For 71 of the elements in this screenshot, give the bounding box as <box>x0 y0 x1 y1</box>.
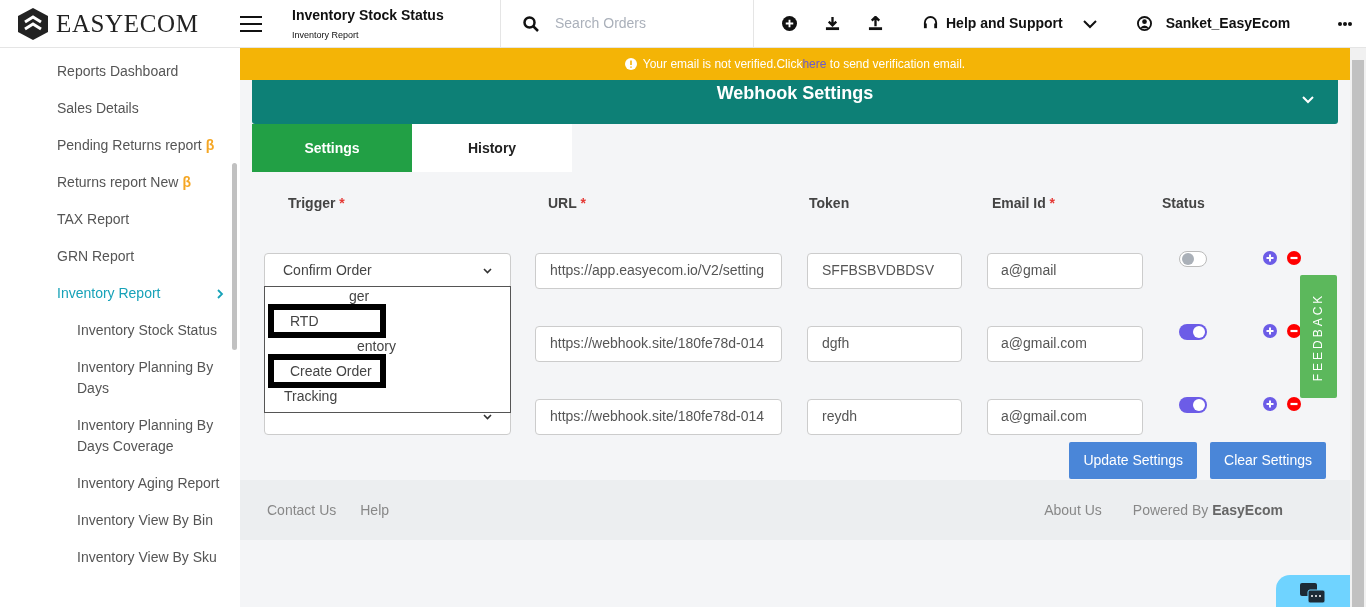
help-menu[interactable]: Help and Support <box>923 13 1097 34</box>
banner-text: Your email is not verified.Clickhere to send verification email. <box>642 56 966 73</box>
url-field[interactable]: https://app.easyecom.io/V2/setting <box>535 252 782 289</box>
add-icon[interactable] <box>782 16 797 31</box>
sidebar-item[interactable]: Reports Dashboard <box>0 53 240 90</box>
chevron-down-icon <box>483 267 492 274</box>
user-menu[interactable]: Sanket_EasyEcom <box>1136 13 1291 34</box>
token-field[interactable]: dgfh <box>807 325 962 362</box>
sidebar-item[interactable]: Inventory Stock Status <box>0 312 240 349</box>
sidebar-item[interactable]: Inventory Aging Report <box>0 465 240 502</box>
chevron-down-icon <box>483 413 492 420</box>
email-field[interactable]: a@gmail.com <box>987 325 1143 362</box>
tab[interactable]: History <box>412 124 572 172</box>
sidebar-scrollbar[interactable] <box>232 163 237 350</box>
token-field[interactable]: reydh <box>807 398 962 435</box>
dropdown-option[interactable]: ger <box>265 287 510 305</box>
menu-icon[interactable] <box>240 15 262 32</box>
settings-button[interactable]: Update Settings <box>1069 442 1198 479</box>
add-row-icon[interactable] <box>1263 251 1277 265</box>
dropdown-option[interactable]: Tracking <box>265 387 510 405</box>
remove-row-icon[interactable] <box>1287 324 1301 338</box>
status-toggle[interactable] <box>1179 251 1207 267</box>
url-field[interactable]: https://webhook.site/180fe78d-014 <box>535 398 782 435</box>
search-field[interactable]: Search Orders <box>555 13 725 34</box>
page-title: Inventory Stock Status <box>292 5 445 25</box>
url-field[interactable]: https://webhook.site/180fe78d-014 <box>535 325 782 362</box>
remove-row-icon[interactable] <box>1287 397 1301 411</box>
status-toggle[interactable] <box>1179 397 1207 413</box>
column-header: Email Id * <box>992 194 1056 211</box>
trigger-select[interactable]: Confirm Order <box>264 252 511 289</box>
more-icon[interactable] <box>1338 21 1353 26</box>
panel-header[interactable]: Webhook Settings <box>252 80 1338 124</box>
sidebar-item[interactable]: Sales Details <box>0 90 240 127</box>
remove-row-icon[interactable] <box>1287 251 1301 265</box>
page-subtitle: Inventory Report <box>292 28 360 42</box>
email-field[interactable]: a@gmail.com <box>987 398 1143 435</box>
user-icon <box>1136 16 1152 31</box>
download-icon[interactable] <box>825 16 840 31</box>
column-header: Status <box>1162 194 1205 211</box>
sidebar-item[interactable]: GRN Report <box>0 238 240 275</box>
token-field[interactable]: SFFBSBVDBDSV <box>807 252 962 289</box>
chevron-down-icon <box>1302 96 1314 104</box>
upload-icon[interactable] <box>868 16 883 31</box>
sidebar-item[interactable]: Inventory View By Bin <box>0 502 240 539</box>
chevron-down-icon <box>1082 18 1097 29</box>
column-header: Trigger * <box>288 194 345 211</box>
powered-by-text: Powered By EasyEcom <box>1132 500 1283 520</box>
brand-logo-text: EASYECOM <box>56 8 199 39</box>
column-header: URL * <box>548 194 586 211</box>
email-field[interactable]: a@gmail <box>987 252 1143 289</box>
sidebar-item[interactable]: Returns report New β <box>0 164 240 201</box>
sidebar-item[interactable]: Pending Returns report β <box>0 127 240 164</box>
info-icon <box>624 58 637 70</box>
sidebar-item[interactable]: Inventory Planning By Days Coverage <box>0 407 240 465</box>
page-scrollbar[interactable] <box>1350 48 1366 607</box>
chat-button[interactable] <box>1276 575 1350 607</box>
add-row-icon[interactable] <box>1263 397 1277 411</box>
add-row-icon[interactable] <box>1263 324 1277 338</box>
dropdown-option[interactable]: Create Order <box>268 354 386 388</box>
sidebar-item[interactable]: Inventory View By Sku <box>0 539 240 576</box>
dropdown-option[interactable]: entory <box>265 337 510 355</box>
sidebar-item[interactable]: TAX Report <box>0 201 240 238</box>
headset-icon <box>923 16 938 31</box>
settings-button[interactable]: Clear Settings <box>1210 442 1326 479</box>
chat-icon <box>1300 583 1326 605</box>
column-header: Token <box>809 194 850 211</box>
sidebar-item[interactable]: Inventory Planning By Days <box>0 349 240 407</box>
status-toggle[interactable] <box>1179 324 1207 340</box>
dropdown-option[interactable]: RTD <box>268 304 386 338</box>
search-icon <box>523 15 539 32</box>
logo-icon <box>18 7 48 40</box>
